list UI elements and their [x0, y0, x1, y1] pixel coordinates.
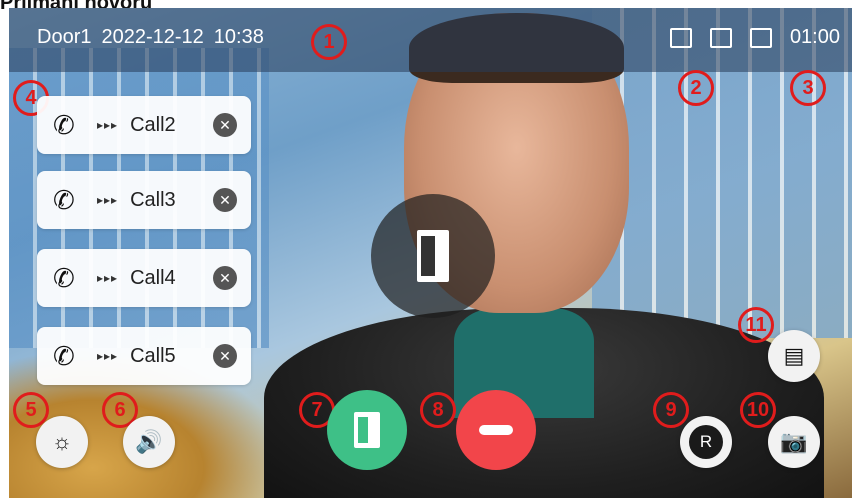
camera-icon: 📷 — [780, 429, 808, 454]
sd-card-icon — [749, 27, 772, 48]
phone-ringing-icon: ✆ — [53, 262, 75, 293]
volume-icon: 🔊 — [135, 429, 163, 454]
date-text: 2022-12-12 — [101, 26, 204, 48]
dots-icon: ▸▸▸ — [97, 118, 119, 132]
call-item[interactable]: ✆ ▸▸▸ Call5 ✕ — [37, 327, 251, 385]
hangup-icon — [479, 425, 513, 435]
call-label: Call5 — [130, 344, 176, 367]
record-icon: R — [689, 425, 723, 459]
call-item[interactable]: ✆ ▸▸▸ Call2 ✕ — [37, 96, 251, 154]
status-bar: Door1 2022-12-12 10:38 01:00 — [9, 8, 852, 72]
call-label: Call3 — [130, 188, 176, 211]
door-icon — [417, 230, 449, 282]
close-icon[interactable]: ✕ — [213, 188, 237, 212]
phone-ringing-icon: ✆ — [53, 184, 75, 215]
brightness-icon: ☼ — [51, 429, 73, 454]
close-icon[interactable]: ✕ — [213, 344, 237, 368]
close-icon[interactable]: ✕ — [213, 266, 237, 290]
phone-ringing-icon: ✆ — [53, 340, 75, 371]
dots-icon: ▸▸▸ — [97, 193, 119, 207]
marker-8: 8 — [420, 392, 456, 428]
marker-11: 11 — [738, 307, 774, 343]
snapshot-button[interactable]: 📷 — [768, 416, 820, 468]
call-item[interactable]: ✆ ▸▸▸ Call4 ✕ — [37, 249, 251, 307]
brightness-button[interactable]: ☼ — [36, 416, 88, 468]
time-text: 10:38 — [213, 26, 264, 48]
unlock-button[interactable] — [327, 390, 407, 470]
image-icon[interactable] — [669, 27, 692, 48]
marker-10: 10 — [740, 392, 776, 428]
call-label: Call4 — [130, 266, 176, 289]
marker-3: 3 — [790, 70, 826, 106]
dots-icon: ▸▸▸ — [97, 271, 119, 285]
door-name: Door1 — [37, 26, 92, 48]
marker-1: 1 — [311, 24, 347, 60]
call-label: Call2 — [130, 113, 176, 136]
marker-9: 9 — [653, 392, 689, 428]
call-item[interactable]: ✆ ▸▸▸ Call3 ✕ — [37, 171, 251, 229]
hangup-button[interactable] — [456, 390, 536, 470]
record-button[interactable]: R — [680, 416, 732, 468]
dots-icon: ▸▸▸ — [97, 349, 119, 363]
close-icon[interactable]: ✕ — [213, 113, 237, 137]
phone-ringing-icon: ✆ — [53, 109, 75, 140]
marker-2: 2 — [678, 70, 714, 106]
message-stack-icon: ▤ — [783, 343, 805, 368]
unlock-door-overlay[interactable] — [371, 194, 495, 318]
door-icon — [354, 412, 380, 448]
message-stack-button[interactable]: ▤ — [768, 330, 820, 382]
download-icon[interactable] — [709, 27, 732, 48]
volume-button[interactable]: 🔊 — [123, 416, 175, 468]
call-duration: 01:00 — [789, 26, 840, 48]
